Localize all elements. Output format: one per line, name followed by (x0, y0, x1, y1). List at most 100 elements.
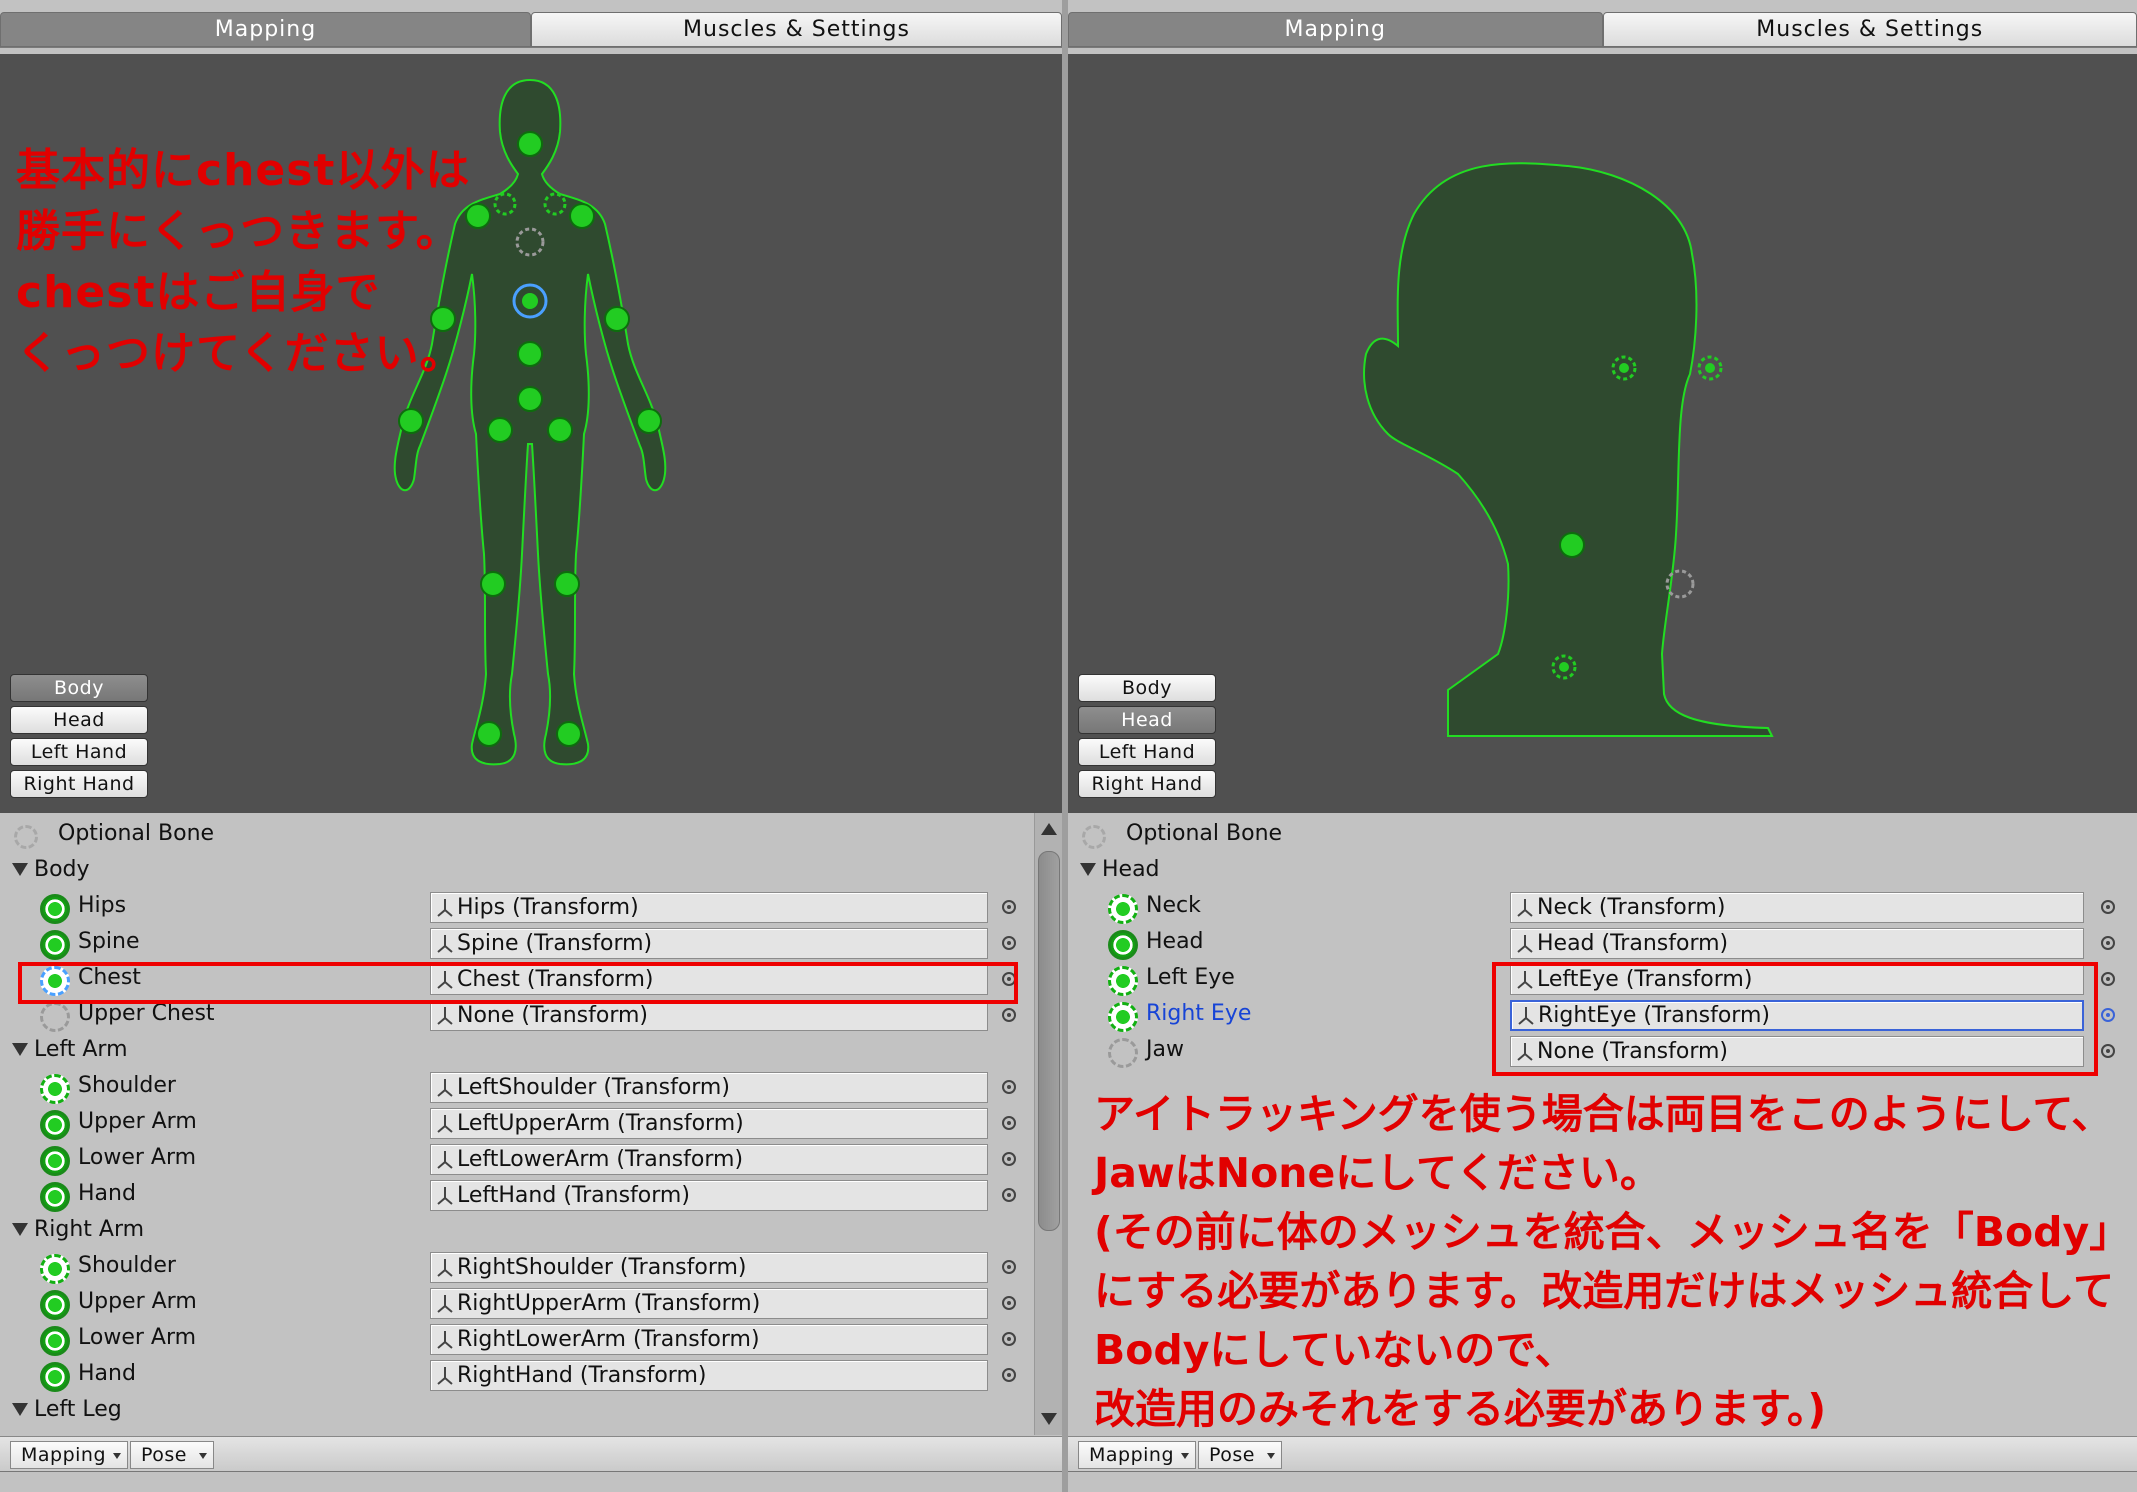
head-silhouette (1363, 162, 1774, 737)
group-body[interactable]: Body (0, 853, 1062, 889)
bone-status-icon (40, 1002, 70, 1032)
bone-row-neck: Neck Neck (Transform) (1068, 889, 2137, 925)
bone-status-icon (40, 1146, 70, 1176)
view-left-hand-button[interactable]: Left Hand (10, 738, 148, 766)
optional-bone-label: Optional Bone (1126, 821, 1283, 846)
bone-status-icon (40, 1362, 70, 1392)
object-picker-icon[interactable] (1002, 936, 1016, 950)
highlight-eye-jaw-rows (1492, 962, 2098, 1076)
view-head-button[interactable]: Head (10, 706, 148, 734)
view-left-hand-button[interactable]: Left Hand (1078, 738, 1216, 766)
view-body-button[interactable]: Body (1078, 674, 1216, 702)
bone-status-icon (1108, 1038, 1138, 1068)
pose-dropdown[interactable]: Pose (1198, 1441, 1282, 1469)
object-picker-icon[interactable] (2101, 972, 2115, 986)
object-picker-icon[interactable] (2101, 936, 2115, 950)
transform-icon (435, 1077, 455, 1099)
transform-field-head[interactable]: Head (Transform) (1510, 928, 2084, 959)
scroll-thumb[interactable] (1038, 851, 1060, 1231)
expand-triangle-icon[interactable] (12, 1403, 28, 1416)
transform-field-right-shoulder[interactable]: RightShoulder (Transform) (430, 1252, 988, 1283)
object-picker-icon[interactable] (1002, 1332, 1016, 1346)
bone-status-icon (40, 1182, 70, 1212)
object-picker-icon[interactable] (1002, 1296, 1016, 1310)
object-picker-icon[interactable] (2101, 1008, 2115, 1022)
dropdown-caret-icon (1267, 1453, 1275, 1459)
tab-bar: Mapping Muscles & Settings (0, 12, 1062, 48)
expand-triangle-icon[interactable] (12, 1223, 28, 1236)
object-picker-icon[interactable] (1002, 900, 1016, 914)
bone-status-icon (1108, 966, 1138, 996)
dropdown-caret-icon (1181, 1453, 1189, 1459)
bone-status-icon (1108, 894, 1138, 924)
bone-row-right-shoulder: Shoulder RightShoulder (Transform) (0, 1249, 1062, 1285)
object-picker-icon[interactable] (1002, 1008, 1016, 1022)
bone-status-icon (40, 1254, 70, 1284)
dropdown-caret-icon (113, 1453, 121, 1459)
object-picker-icon[interactable] (1002, 1116, 1016, 1130)
pose-dropdown[interactable]: Pose (130, 1441, 214, 1469)
view-head-button[interactable]: Head (1078, 706, 1216, 734)
object-picker-icon[interactable] (1002, 1188, 1016, 1202)
tab-mapping[interactable]: Mapping (1068, 12, 1603, 47)
expand-triangle-icon[interactable] (12, 1043, 28, 1056)
bone-list-scrollbar[interactable] (1034, 813, 1062, 1435)
bone-row-left-shoulder: Shoulder LeftShoulder (Transform) (0, 1069, 1062, 1105)
transform-field-left-shoulder[interactable]: LeftShoulder (Transform) (430, 1072, 988, 1103)
optional-bone-label: Optional Bone (58, 821, 215, 846)
group-head[interactable]: Head (1068, 853, 2137, 889)
transform-icon (435, 1257, 455, 1279)
transform-field-right-hand[interactable]: RightHand (Transform) (430, 1360, 988, 1391)
group-left-leg[interactable]: Left Leg (0, 1393, 1062, 1429)
view-switcher: Body Head Left Hand Right Hand (10, 674, 148, 802)
bottom-toolbar: Mapping Pose (0, 1436, 1062, 1472)
mapping-dropdown[interactable]: Mapping (10, 1441, 128, 1469)
transform-field-neck[interactable]: Neck (Transform) (1510, 892, 2084, 923)
view-switcher: Body Head Left Hand Right Hand (1078, 674, 1216, 802)
group-right-arm[interactable]: Right Arm (0, 1213, 1062, 1249)
transform-field-left-lower-arm[interactable]: LeftLowerArm (Transform) (430, 1144, 988, 1175)
view-body-button[interactable]: Body (10, 674, 148, 702)
bottom-toolbar: Mapping Pose (1068, 1436, 2137, 1472)
transform-icon (435, 933, 455, 955)
transform-icon (435, 1149, 455, 1171)
view-right-hand-button[interactable]: Right Hand (1078, 770, 1216, 798)
bone-row-head: Head Head (Transform) (1068, 925, 2137, 961)
transform-field-spine[interactable]: Spine (Transform) (430, 928, 988, 959)
group-left-arm[interactable]: Left Arm (0, 1033, 1062, 1069)
view-right-hand-button[interactable]: Right Hand (10, 770, 148, 798)
transform-field-right-upper-arm[interactable]: RightUpperArm (Transform) (430, 1288, 988, 1319)
annotation-note-chest: 基本的にchest以外は 勝手にくっつきます。 chestはご自身で くっつけて… (16, 145, 471, 379)
bone-status-icon (40, 1074, 70, 1104)
scroll-down-arrow-icon[interactable] (1041, 1413, 1057, 1425)
bone-row-left-lower-arm: Lower Arm LeftLowerArm (Transform) (0, 1141, 1062, 1177)
transform-field-right-lower-arm[interactable]: RightLowerArm (Transform) (430, 1324, 988, 1355)
bone-status-icon (40, 1110, 70, 1140)
object-picker-icon[interactable] (1002, 1152, 1016, 1166)
mapping-dropdown[interactable]: Mapping (1078, 1441, 1196, 1469)
expand-triangle-icon[interactable] (12, 863, 28, 876)
object-picker-icon[interactable] (1002, 1080, 1016, 1094)
transform-icon (435, 1365, 455, 1387)
optional-bone-icon (14, 825, 38, 849)
transform-field-upper-chest[interactable]: None (Transform) (430, 1000, 988, 1031)
tab-bar: Mapping Muscles & Settings (1068, 12, 2137, 48)
transform-field-left-hand[interactable]: LeftHand (Transform) (430, 1180, 988, 1211)
object-picker-icon[interactable] (2101, 900, 2115, 914)
optional-bone-legend: Optional Bone (0, 817, 1062, 853)
bone-status-icon (1108, 930, 1138, 960)
transform-icon (435, 897, 455, 919)
bone-row-right-lower-arm: Lower Arm RightLowerArm (Transform) (0, 1321, 1062, 1357)
transform-field-hips[interactable]: Hips (Transform) (430, 892, 988, 923)
object-picker-icon[interactable] (1002, 1368, 1016, 1382)
object-picker-icon[interactable] (1002, 1260, 1016, 1274)
bone-mapping-list: Optional Bone Body Hips Hips (Transform)… (0, 813, 1062, 1435)
transform-field-left-upper-arm[interactable]: LeftUpperArm (Transform) (430, 1108, 988, 1139)
scroll-up-arrow-icon[interactable] (1041, 823, 1057, 835)
tab-muscles-settings[interactable]: Muscles & Settings (1602, 12, 2137, 47)
object-picker-icon[interactable] (2101, 1044, 2115, 1058)
tab-mapping[interactable]: Mapping (0, 12, 531, 47)
bone-status-icon (1108, 1002, 1138, 1032)
tab-muscles-settings[interactable]: Muscles & Settings (531, 12, 1062, 47)
expand-triangle-icon[interactable] (1080, 863, 1096, 876)
